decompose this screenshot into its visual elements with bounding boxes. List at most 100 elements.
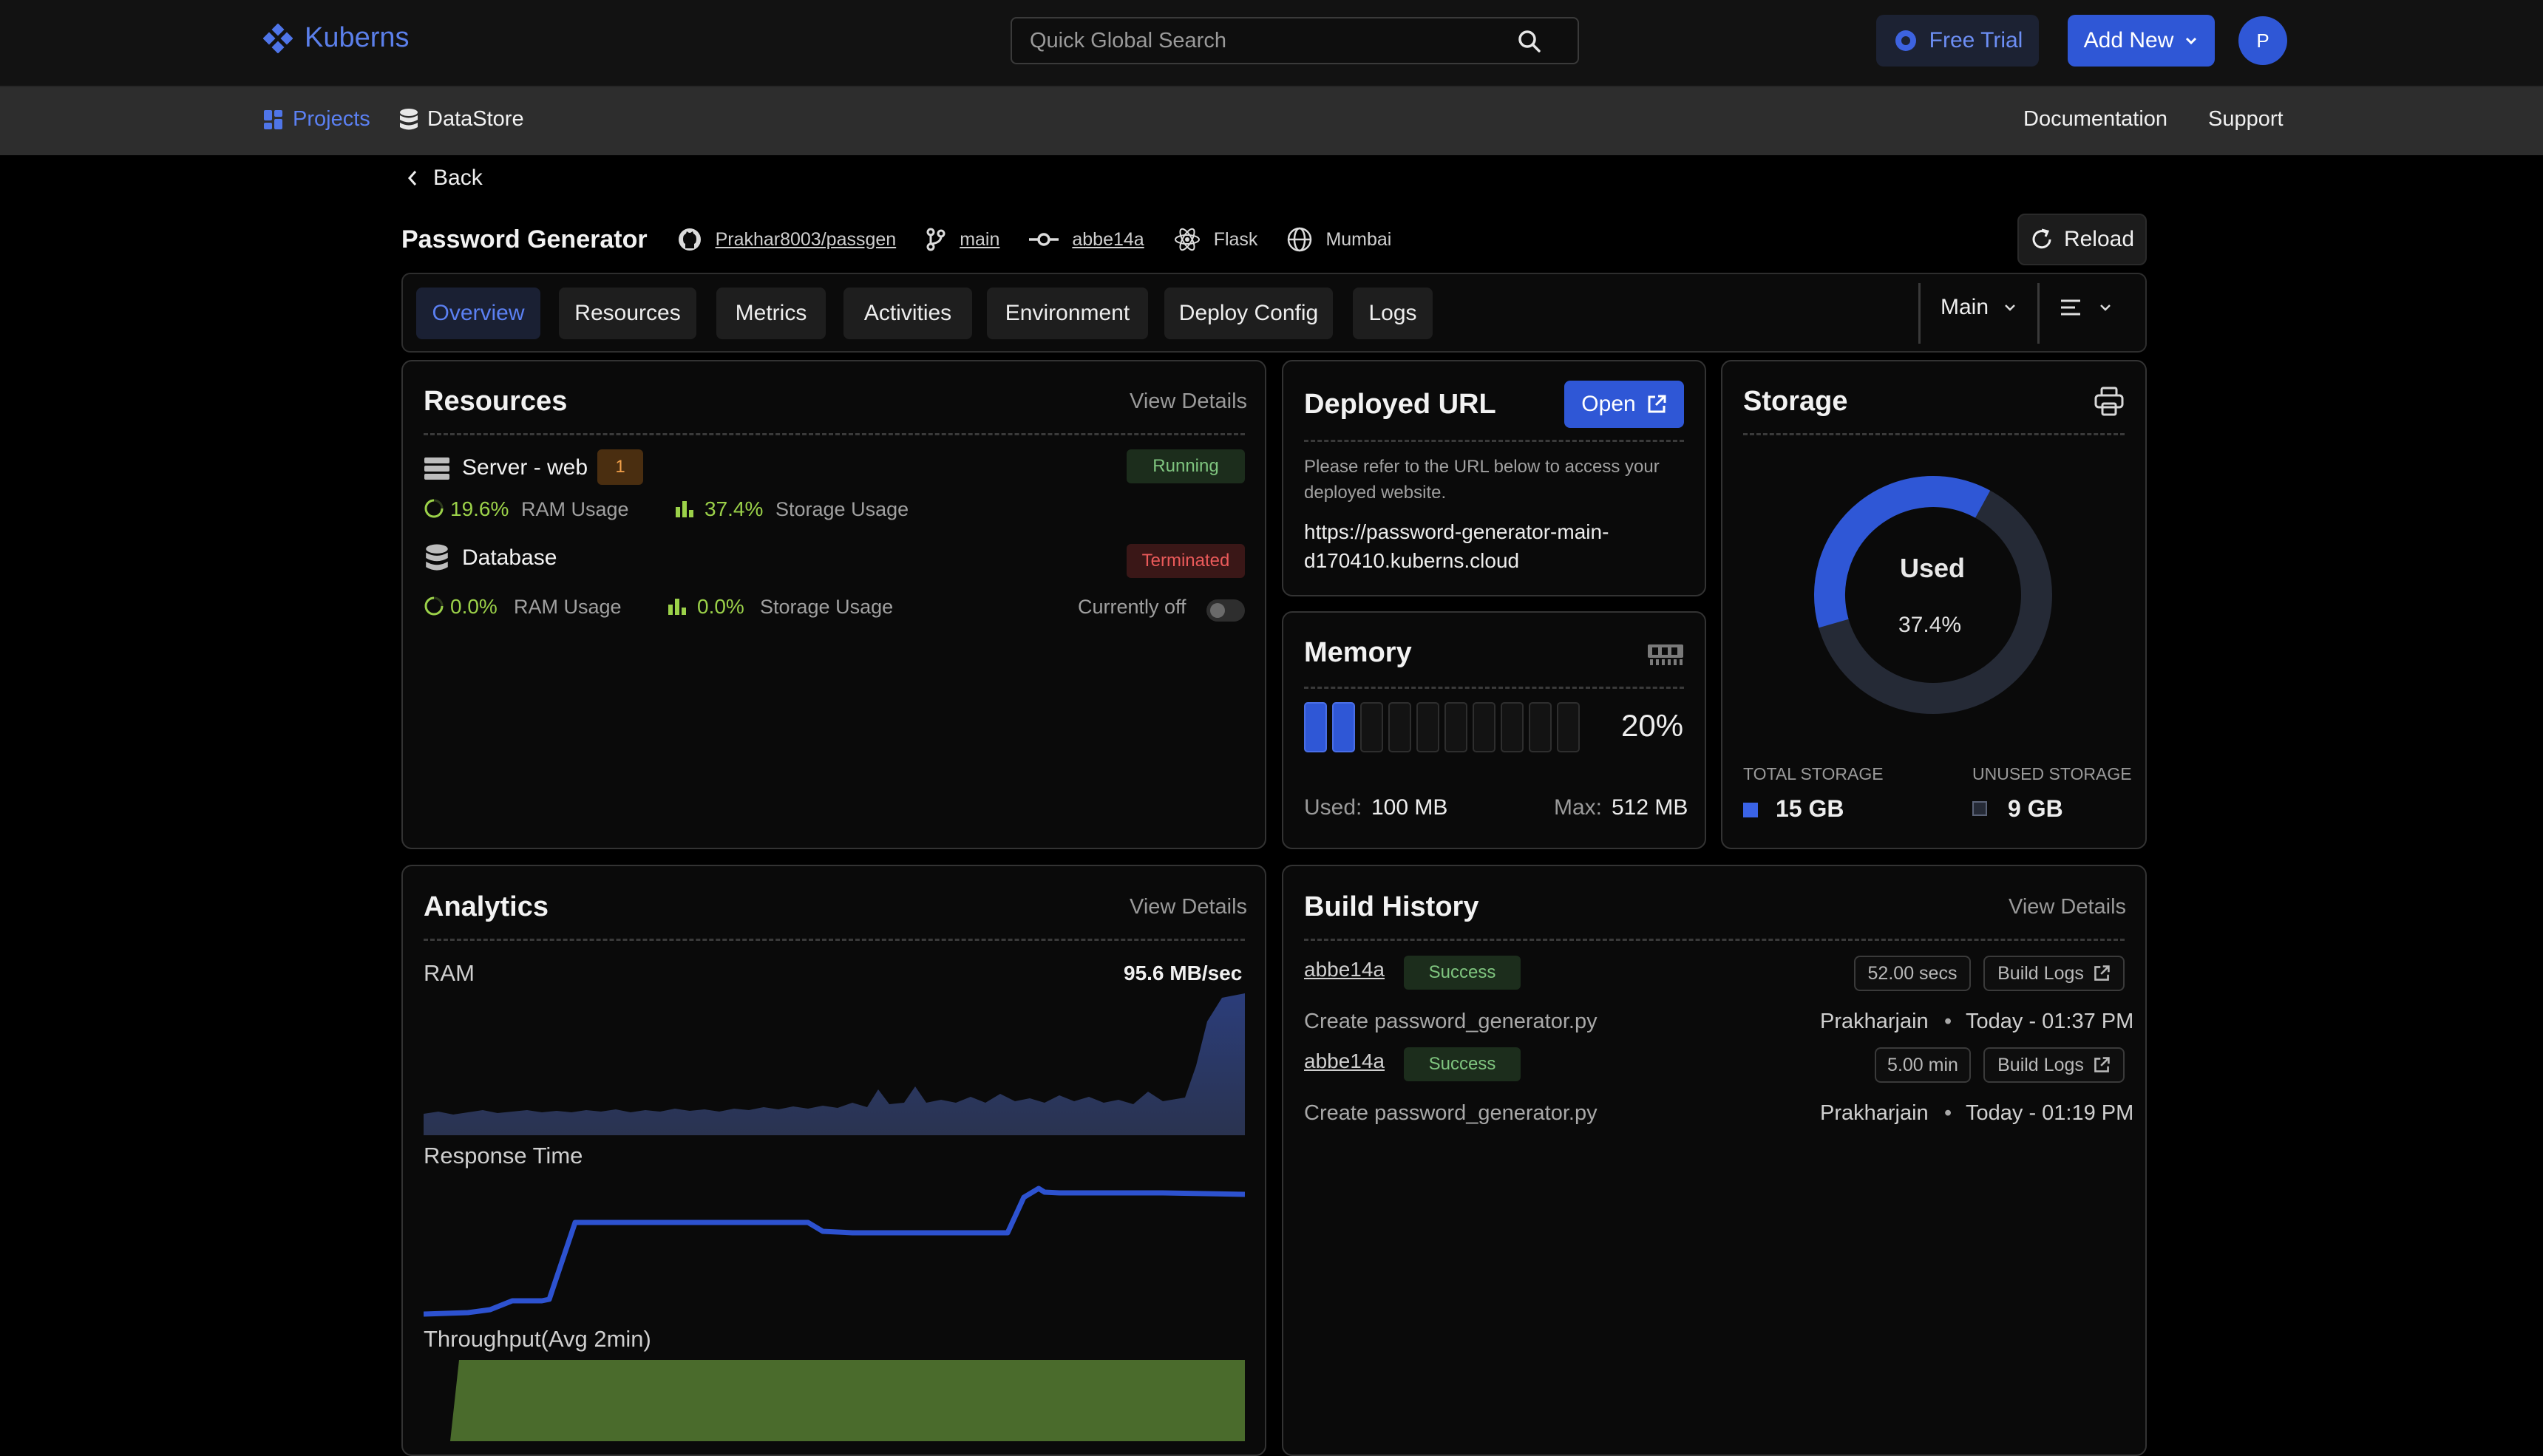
external-link-icon	[2094, 965, 2110, 981]
nav-projects-label: Projects	[293, 107, 370, 131]
database-icon	[400, 108, 418, 129]
analytics-view-details-link[interactable]: View Details	[1130, 895, 1247, 919]
divider	[1918, 283, 1921, 344]
reload-button[interactable]: Reload	[2017, 214, 2147, 265]
memory-cell	[1360, 702, 1383, 752]
commit-link[interactable]: abbe14a	[1029, 229, 1144, 251]
unused-legend-swatch	[1972, 801, 1987, 816]
divider	[1304, 939, 2125, 941]
resources-view-details-link[interactable]: View Details	[1130, 389, 1247, 414]
react-atom-icon	[1174, 228, 1200, 251]
build-logs-button[interactable]: Build Logs	[1983, 1047, 2125, 1083]
server-storage-label: Storage Usage	[775, 498, 909, 520]
response-time-label: Response Time	[424, 1143, 583, 1168]
search-icon[interactable]	[1517, 29, 1542, 54]
repo-link[interactable]: Prakhar8003/passgen	[677, 227, 897, 252]
database-toggle[interactable]	[1206, 599, 1245, 622]
database-storage-label: Storage Usage	[760, 596, 894, 618]
build-history-title: Build History	[1304, 891, 1479, 922]
tab-environment[interactable]: Environment	[987, 288, 1148, 339]
divider	[1743, 433, 2125, 435]
memory-cell	[1416, 702, 1439, 752]
external-link-icon	[1648, 395, 1666, 413]
deployed-url-link[interactable]: https://password-generator-main- d170410…	[1304, 517, 1609, 575]
divider	[1304, 440, 1684, 442]
build-time: Today - 01:19 PM	[1966, 1101, 2134, 1125]
repo-name: Prakhar8003/passgen	[715, 228, 897, 250]
open-url-button[interactable]: Open	[1564, 381, 1684, 428]
open-label: Open	[1581, 392, 1636, 416]
global-search-input[interactable]: Quick Global Search	[1011, 17, 1579, 64]
used-legend-swatch	[1743, 803, 1758, 817]
tab-deploy-config[interactable]: Deploy Config	[1164, 288, 1333, 339]
url-line-1: https://password-generator-main-	[1304, 520, 1609, 543]
printer-icon[interactable]	[2094, 386, 2125, 417]
build-commit-link[interactable]: abbe14a	[1304, 1050, 1385, 1073]
server-ram-value: 19.6%	[450, 497, 509, 520]
tab-logs[interactable]: Logs	[1353, 288, 1433, 339]
back-button[interactable]: Back	[407, 166, 483, 191]
env-select[interactable]: Main	[1941, 295, 2017, 320]
kuberns-logo-icon	[263, 23, 293, 53]
chevron-left-icon	[407, 171, 417, 186]
project-header: Password Generator Prakhar8003/passgen m…	[401, 220, 1421, 259]
branch-link[interactable]: main	[926, 228, 999, 251]
tab-activities[interactable]: Activities	[843, 288, 972, 339]
free-trial-label: Free Trial	[1929, 28, 2023, 52]
server-storage-value: 37.4%	[704, 497, 764, 520]
avatar[interactable]: P	[2238, 16, 2287, 65]
divider	[2037, 283, 2040, 344]
donut-percent: 37.4%	[1898, 613, 1962, 637]
back-label: Back	[433, 166, 483, 190]
build-commit-link[interactable]: abbe14a	[1304, 958, 1385, 982]
build-status-badge: Success	[1404, 1047, 1521, 1081]
response-time-line-chart	[424, 1185, 1245, 1317]
tab-overview[interactable]: Overview	[416, 288, 540, 339]
memory-cell	[1388, 702, 1411, 752]
build-history-view-details-link[interactable]: View Details	[2009, 895, 2126, 919]
bullet-separator: •	[1944, 1101, 1952, 1125]
nav-projects[interactable]: Projects	[263, 107, 370, 132]
memory-used-value: 100 MB	[1371, 795, 1448, 820]
free-trial-button[interactable]: Free Trial	[1876, 15, 2039, 67]
divider	[424, 433, 1245, 435]
documentation-link[interactable]: Documentation	[2023, 107, 2167, 132]
build-status-badge: Success	[1404, 956, 1521, 990]
gear-badge-icon	[1895, 30, 1916, 51]
grid-icon	[264, 109, 282, 129]
nav-datastore[interactable]: DataStore	[399, 107, 524, 132]
logo[interactable]: Kuberns	[263, 22, 410, 54]
add-new-label: Add New	[2083, 28, 2174, 52]
server-icon	[424, 457, 449, 480]
support-link[interactable]: Support	[2208, 107, 2284, 132]
reload-label: Reload	[2063, 227, 2135, 251]
tab-resources[interactable]: Resources	[559, 288, 696, 339]
memory-cell	[1529, 702, 1552, 752]
server-status-badge: Running	[1127, 449, 1245, 483]
memory-cell	[1332, 702, 1355, 752]
list-lines-icon	[2061, 299, 2080, 316]
chevron-down-icon	[2005, 305, 2015, 311]
memory-cell	[1473, 702, 1495, 752]
framework-name: Flask	[1213, 228, 1258, 250]
tab-metrics[interactable]: Metrics	[716, 288, 826, 339]
search-placeholder: Quick Global Search	[1030, 28, 1226, 52]
database-ram-value: 0.0%	[450, 595, 498, 618]
github-icon	[678, 228, 701, 251]
build-logs-button[interactable]: Build Logs	[1983, 956, 2125, 991]
project-title: Password Generator	[401, 225, 648, 254]
build-history-panel	[1282, 865, 2147, 1456]
chevron-down-icon	[2100, 305, 2111, 311]
bar-chart-icon	[668, 599, 686, 615]
branch-name: main	[960, 228, 1000, 250]
database-storage-value: 0.0%	[697, 595, 744, 618]
response-time-line	[424, 1185, 1245, 1317]
add-new-button[interactable]: Add New	[2068, 15, 2215, 67]
bullet-separator: •	[1944, 1010, 1952, 1033]
build-time: Today - 01:37 PM	[1966, 1010, 2134, 1033]
list-menu-button[interactable]	[2059, 296, 2112, 319]
memory-cell	[1304, 702, 1327, 752]
git-branch-icon	[926, 228, 945, 251]
url-line-2: d170410.kuberns.cloud	[1304, 549, 1520, 572]
ram-progress-icon	[424, 499, 444, 518]
